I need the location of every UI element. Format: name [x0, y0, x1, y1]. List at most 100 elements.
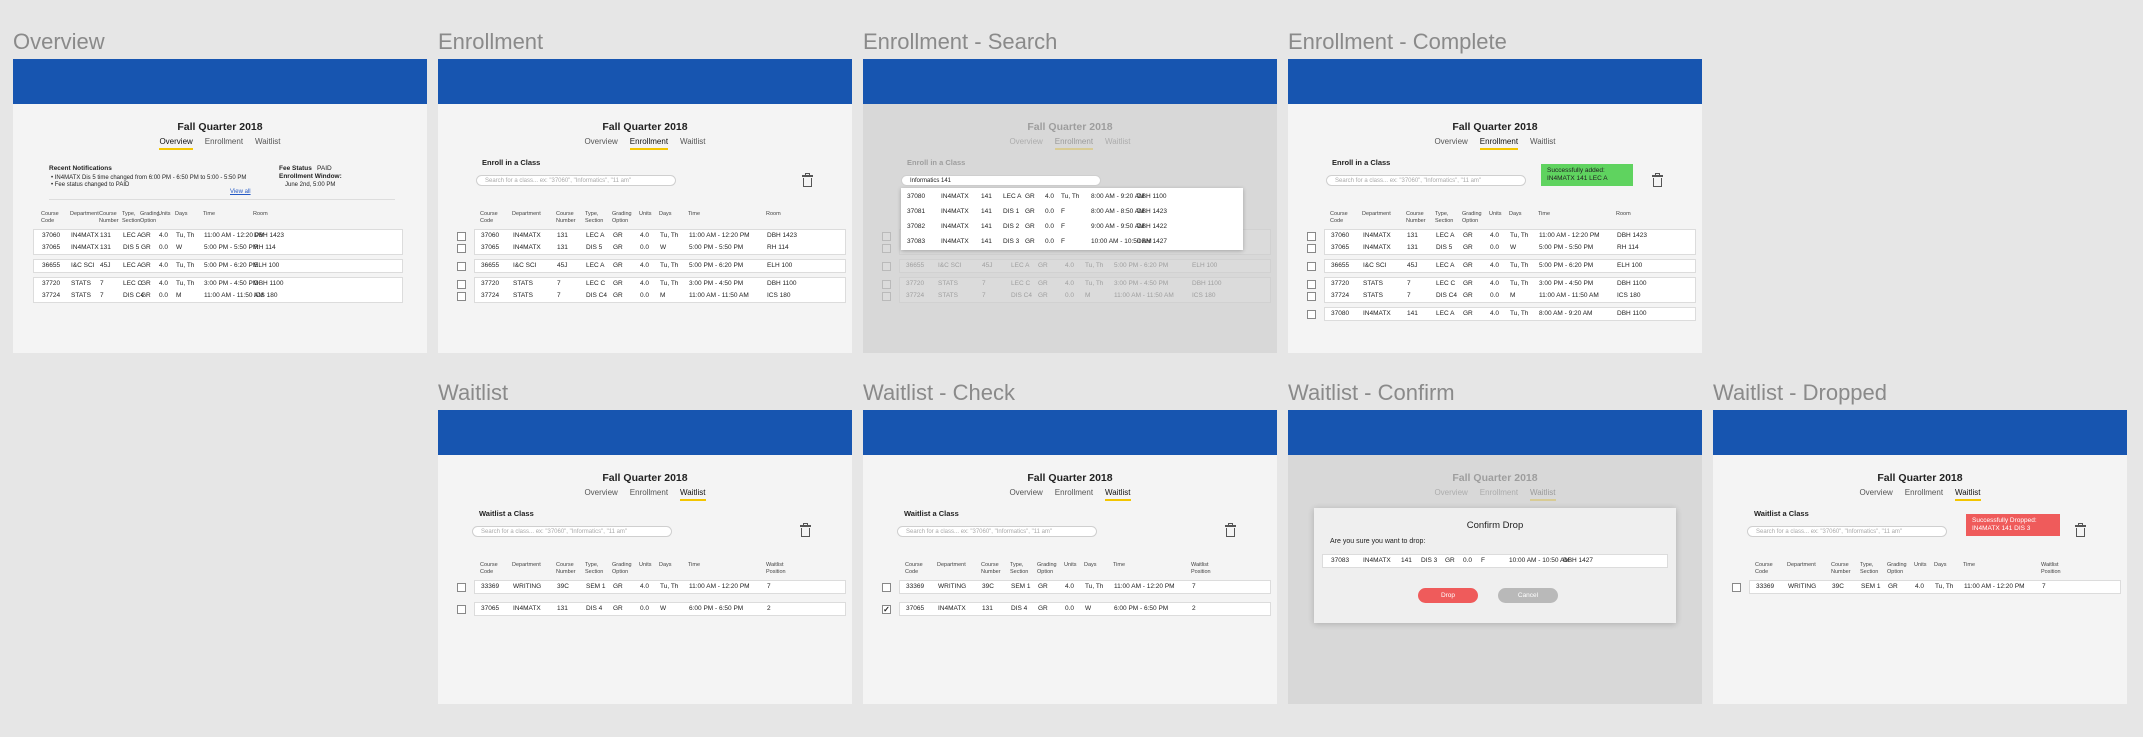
table-cell: 6:00 PM - 6:50 PM — [689, 605, 744, 612]
checkbox-icon[interactable] — [1307, 280, 1316, 289]
table-cell: Tu, Th — [1510, 280, 1529, 287]
enrollment-window-value: June 2nd, 5:00 PM — [285, 182, 336, 188]
checkbox-icon[interactable] — [457, 280, 466, 289]
table-cell: DBH 1427 — [1137, 238, 1167, 245]
checkbox-icon[interactable] — [457, 605, 466, 614]
cancel-button[interactable]: Cancel — [1498, 588, 1558, 603]
table-cell: 4.0 — [640, 280, 650, 287]
tab-enrollment[interactable]: Enrollment — [630, 488, 668, 499]
view-all-link[interactable]: View all — [230, 189, 251, 195]
tab-overview[interactable]: Overview — [159, 137, 193, 150]
table-cell: GR — [141, 232, 151, 239]
search-results-dropdown: 37080 IN4MATX 141 LEC A GR 4.0 Tu, Th 8:00 AM -… — [901, 188, 1243, 250]
tab-overview[interactable]: Overview — [1009, 488, 1042, 499]
table-cell: 10:00 AM - 10:50 AM — [1509, 557, 1570, 564]
checkbox-icon[interactable] — [457, 262, 466, 271]
search-input[interactable]: Search for a class... ex: "37060", "Info… — [897, 526, 1097, 537]
column-header-course_code: Course Code — [1330, 211, 1348, 224]
trash-icon[interactable] — [802, 173, 813, 187]
tab-overview[interactable]: Overview — [584, 488, 617, 499]
table-cell: LEC A — [123, 262, 142, 269]
drop-button[interactable]: Drop — [1418, 588, 1478, 603]
tab-waitlist[interactable]: Waitlist — [1955, 488, 1981, 501]
checkbox-icon[interactable] — [1307, 292, 1316, 301]
table-cell: DBH 1423 — [767, 232, 797, 239]
checkbox-icon[interactable] — [882, 583, 891, 592]
table-cell: Tu, Th — [660, 280, 679, 287]
table-cell: STATS — [1363, 292, 1383, 299]
column-header-course_number: Course Number — [981, 562, 1001, 575]
tab-overview[interactable]: Overview — [1434, 137, 1467, 148]
search-input[interactable]: Search for a class... ex: "37060", "Info… — [476, 175, 676, 186]
column-header-department: Department — [512, 562, 541, 568]
column-header-days: Days — [1934, 562, 1947, 568]
table-cell: 4.0 — [1915, 583, 1925, 590]
table-cell: M — [1510, 292, 1516, 299]
table-cell: 4.0 — [640, 262, 650, 269]
trash-icon[interactable] — [1652, 173, 1663, 187]
trash-icon[interactable] — [800, 523, 811, 537]
tab-waitlist[interactable]: Waitlist — [255, 137, 280, 148]
tab-waitlist[interactable]: Waitlist — [680, 488, 706, 501]
tab-waitlist[interactable]: Waitlist — [680, 137, 705, 148]
table-cell: STATS — [513, 292, 533, 299]
tab-overview[interactable]: Overview — [1859, 488, 1892, 499]
search-result-item[interactable]: 37080 IN4MATX 141 LEC A GR 4.0 Tu, Th 8:00 AM -… — [901, 191, 1243, 205]
table-cell: 37081 — [907, 208, 926, 215]
search-result-item[interactable]: 37083 IN4MATX 141 DIS 3 GR 0.0 F 10:00 AM - 10:… — [901, 236, 1243, 250]
trash-lid — [1225, 525, 1236, 527]
fee-status-label: Fee Status — [279, 165, 312, 172]
column-header-time: Time — [688, 211, 701, 217]
trash-icon[interactable] — [2075, 523, 2086, 537]
search-input[interactable]: Search for a class... ex: "37060", "Info… — [1747, 526, 1947, 537]
modal-question: Are you sure you want to drop: — [1330, 538, 1426, 545]
tab-enrollment[interactable]: Enrollment — [1905, 488, 1943, 499]
tab-enrollment[interactable]: Enrollment — [629, 137, 669, 150]
tab-waitlist[interactable]: Waitlist — [1105, 488, 1131, 501]
checkbox-icon[interactable] — [457, 292, 466, 301]
checkbox-icon[interactable] — [1307, 310, 1316, 319]
checkbox-icon[interactable] — [1307, 244, 1316, 253]
table-cell: 4.0 — [1490, 232, 1500, 239]
table-cell: STATS — [71, 280, 91, 287]
table-cell: LEC A — [123, 232, 142, 239]
header-bar — [1288, 410, 1702, 455]
checkbox-icon[interactable] — [1307, 232, 1316, 241]
toast-line: Successfully added: — [1547, 167, 1605, 174]
checkbox-icon[interactable] — [457, 583, 466, 592]
table-cell: 7 — [1407, 280, 1411, 287]
tab-enrollment[interactable]: Enrollment — [205, 137, 243, 148]
checkbox-icon[interactable] — [457, 244, 466, 253]
tab-bar: Overview Enrollment Waitlist — [438, 137, 852, 150]
search-input[interactable]: Search for a class... ex: "37060", "Info… — [1326, 175, 1526, 186]
table-cell: IN4MATX — [513, 605, 541, 612]
search-result-item[interactable]: 37082 IN4MATX 141 DIS 2 GR 0.0 F 9:00 AM - 9:50… — [901, 221, 1243, 235]
tab-overview[interactable]: Overview — [584, 137, 617, 148]
table-cell: DBH 1100 — [1617, 310, 1647, 317]
table-cell: 7 — [1192, 583, 1196, 590]
table-cell: W — [660, 244, 667, 251]
table-cell: 37060 — [42, 232, 61, 239]
checkbox-icon[interactable]: ✓ — [882, 605, 891, 614]
search-input[interactable]: Informatics 141 — [901, 175, 1101, 186]
search-input[interactable]: Search for a class... ex: "37060", "Info… — [472, 526, 672, 537]
column-header-department: Department — [512, 211, 541, 217]
column-header-course_code: Course Code — [905, 562, 923, 575]
table-cell: 5:00 PM - 5:50 PM — [689, 244, 744, 251]
search-result-item[interactable]: 37081 IN4MATX 141 DIS 1 GR 0.0 F 8:00 AM - 8:50… — [901, 206, 1243, 220]
tab-enrollment[interactable]: Enrollment — [1055, 488, 1093, 499]
table-cell: LEC A — [586, 262, 605, 269]
table-cell: DBH 1423 — [1617, 232, 1647, 239]
checkbox-icon[interactable] — [1307, 262, 1316, 271]
tab-enrollment[interactable]: Enrollment — [1479, 137, 1519, 150]
table-cell: 11:00 AM - 12:20 PM — [1964, 583, 2025, 590]
checkbox-icon[interactable] — [1732, 583, 1741, 592]
checkbox-icon[interactable] — [457, 232, 466, 241]
trash-icon[interactable] — [1225, 523, 1236, 537]
tab-waitlist[interactable]: Waitlist — [1530, 137, 1555, 148]
table-cell: GR — [1038, 605, 1048, 612]
waitlist-label: Waitlist a Class — [1754, 509, 1809, 518]
column-header-department: Department — [937, 562, 966, 568]
table-cell: SEM 1 — [1011, 583, 1031, 590]
frame-waitlist: Fall Quarter 2018 Overview Enrollment Waitl… — [438, 410, 852, 704]
